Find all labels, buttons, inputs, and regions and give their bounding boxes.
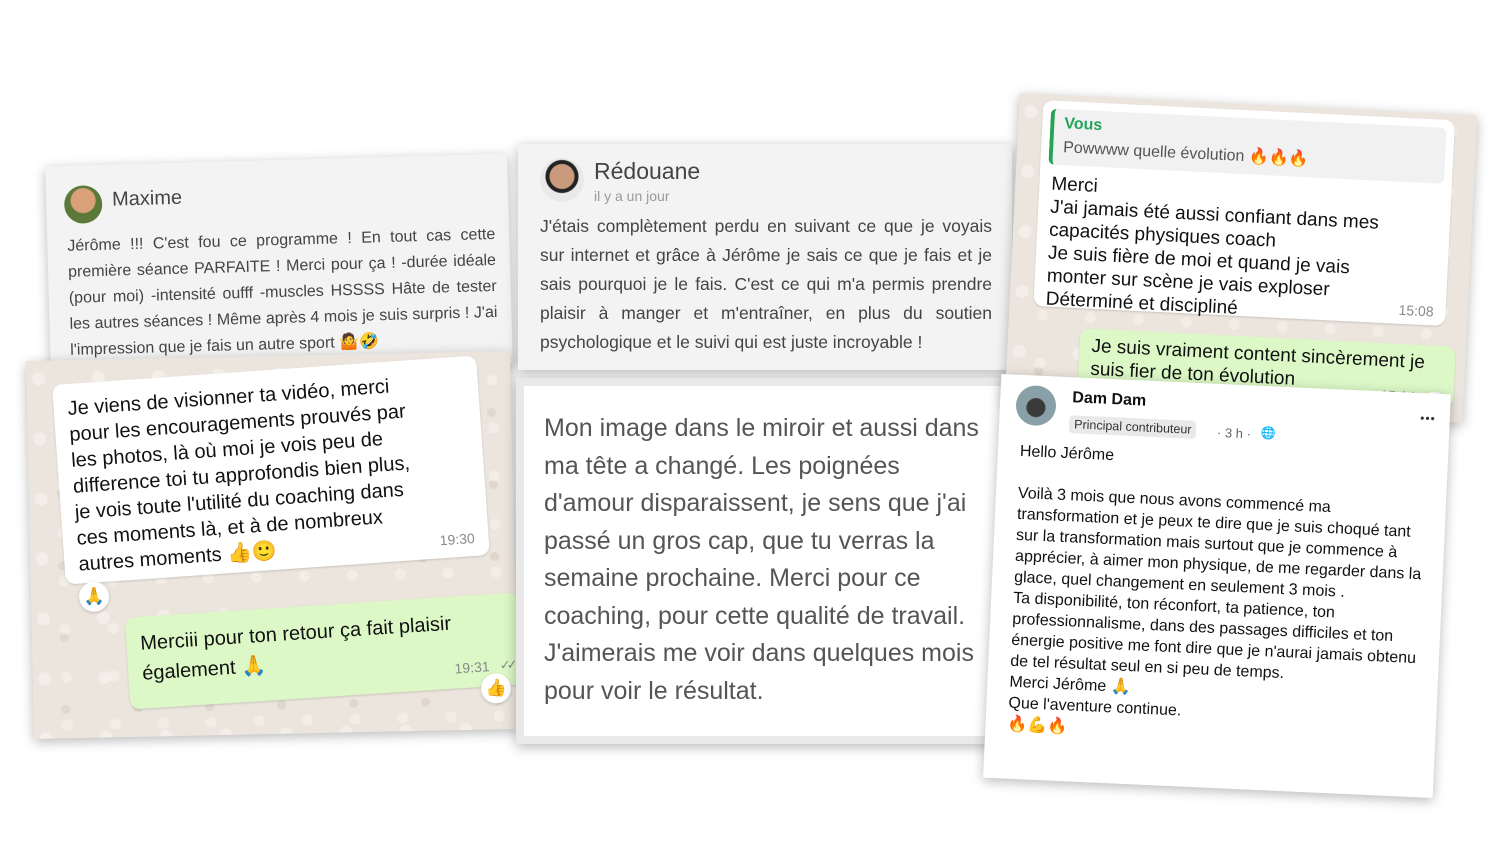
contributor-badge: Principal contributeur <box>1068 415 1197 439</box>
post-paragraph: Voilà 3 mois que nous avons commencé ma … <box>1013 484 1422 601</box>
poster-name[interactable]: Dam Dam <box>1072 389 1147 410</box>
message-time: 19:30 <box>439 529 476 549</box>
avatar <box>1015 384 1057 427</box>
message-text: Merciii pour ton retour ça fait plaisir … <box>139 612 452 685</box>
reviewer-name: Maxime <box>111 186 183 211</box>
testimonial-quote-card: Mon image dans le miroir et aussi dans m… <box>516 378 1010 744</box>
avatar <box>540 158 584 202</box>
facebook-post-card: Dam Dam Principal contributeur · 3 h · 🌐… <box>983 374 1451 798</box>
maxime-review-card: Maxime Jérôme !!! C'est fou ce programme… <box>45 153 513 377</box>
avatar <box>63 184 103 224</box>
review-text: J'étais complètement perdu en suivant ce… <box>540 216 992 352</box>
whatsapp-chat-left: Je viens de visionner ta vidéo, merci po… <box>26 350 525 740</box>
message-time: 19:31 <box>454 658 491 677</box>
redouane-review-card: Rédouane il y a un jour J'étais complète… <box>518 144 1012 370</box>
message-time: 15:08 <box>1398 301 1435 320</box>
quote-text: Mon image dans le miroir et aussi dans m… <box>544 414 979 705</box>
read-ticks-icon: ✓✓ <box>499 656 514 673</box>
quote-panel: Mon image dans le miroir et aussi dans m… <box>524 386 1002 736</box>
message-text: Je viens de visionner ta vidéo, merci po… <box>66 375 411 576</box>
message-body: Merci J'ai jamais été aussi confiant dan… <box>1041 172 1391 327</box>
review-timestamp: il y a un jour <box>594 188 670 204</box>
praying-hands-icon[interactable]: 🙏 <box>78 581 110 613</box>
quoted-message[interactable]: Vous Powwww quelle évolution 🔥🔥🔥 <box>1048 108 1447 184</box>
whatsapp-chat-right: Vous Powwww quelle évolution 🔥🔥🔥 Merci J… <box>1004 92 1478 424</box>
globe-icon: 🌐 <box>1260 425 1277 441</box>
more-options-icon[interactable]: ••• <box>1420 411 1436 426</box>
incoming-message: Vous Powwww quelle évolution 🔥🔥🔥 Merci J… <box>1033 100 1455 327</box>
post-body: Hello Jérôme Voilà 3 mois que nous avons… <box>1007 441 1432 753</box>
reviewer-name: Rédouane <box>594 158 701 184</box>
thumbs-up-icon[interactable]: 👍 <box>480 673 512 704</box>
outgoing-message: Merciii pour ton retour ça fait plaisir … <box>124 592 525 710</box>
post-time: · 3 h · <box>1216 424 1252 442</box>
review-text: Jérôme !!! C'est fou ce programme ! En t… <box>67 225 498 359</box>
incoming-message: Je viens de visionner ta vidéo, merci po… <box>51 355 490 585</box>
